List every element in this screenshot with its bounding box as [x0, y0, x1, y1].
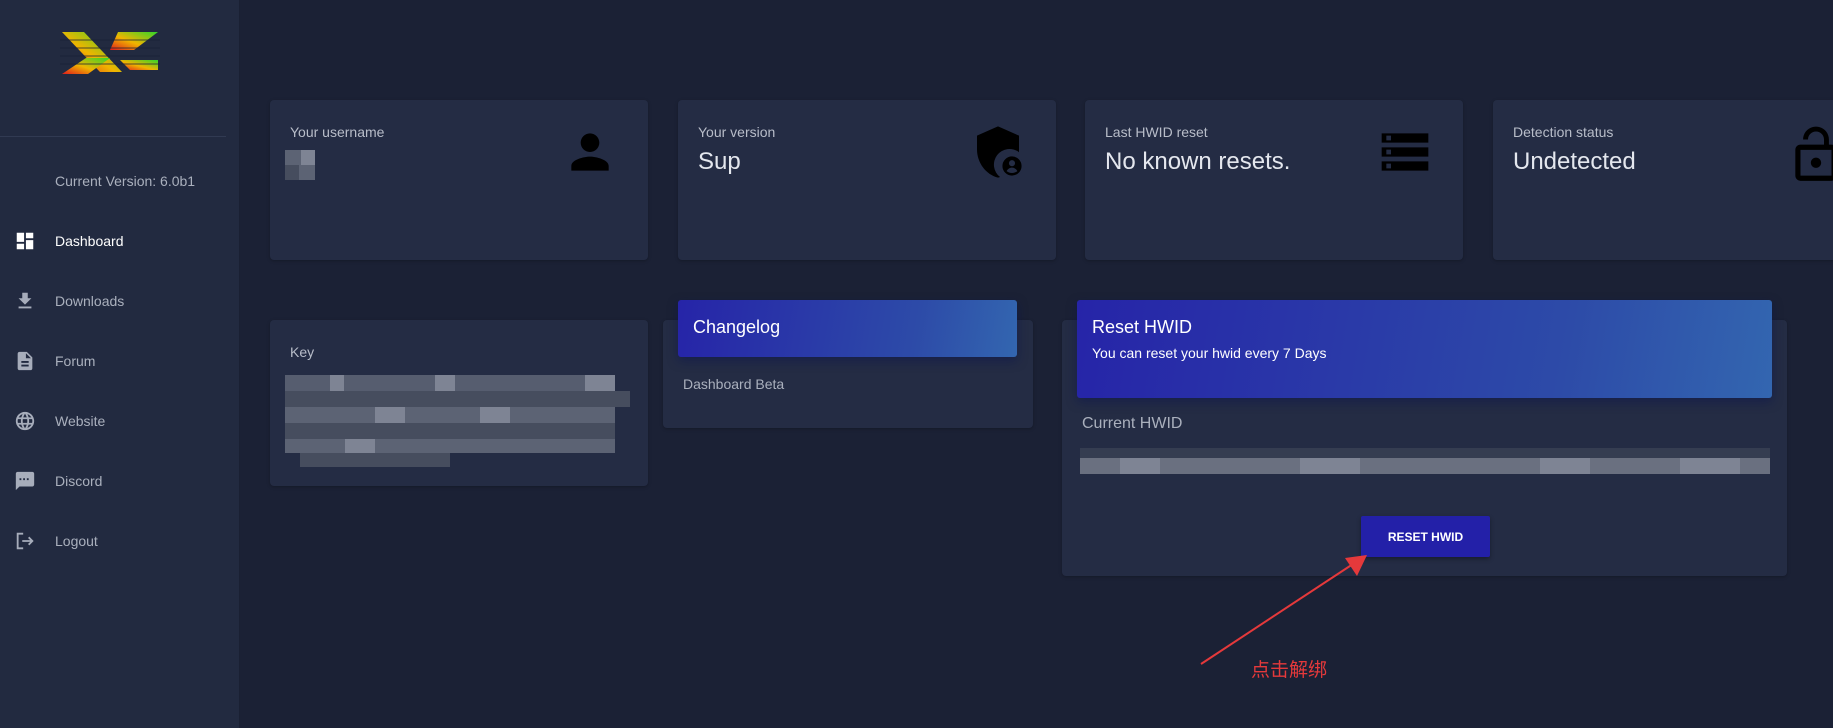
sidebar-item-label: Logout	[55, 533, 98, 549]
sidebar-item-label: Dashboard	[55, 233, 124, 249]
key-redacted	[285, 375, 630, 467]
globe-icon	[15, 411, 35, 431]
sidebar-item-label: Forum	[55, 353, 96, 369]
sidebar: Current Version: 6.0b1 Dashboard Downloa…	[0, 0, 240, 728]
sidebar-item-label: Discord	[55, 473, 103, 489]
download-icon	[18, 292, 32, 309]
logout-icon	[16, 532, 34, 550]
sidebar-item-forum[interactable]: Forum	[0, 339, 240, 383]
version-value: Sup	[698, 148, 741, 175]
document-icon	[17, 351, 33, 371]
sidebar-item-dashboard[interactable]: Dashboard	[0, 219, 240, 263]
reset-hwid-subtitle: You can reset your hwid every 7 Days	[1092, 345, 1327, 361]
sidebar-item-logout[interactable]: Logout	[0, 519, 240, 563]
key-label: Key	[290, 344, 315, 360]
version-label: Your version	[698, 124, 776, 140]
changelog-header: Changelog	[678, 300, 1017, 357]
sidebar-divider	[0, 136, 226, 137]
username-label: Your username	[290, 124, 385, 140]
username-card: Your username	[270, 100, 648, 260]
version-card: Your version Sup	[678, 100, 1056, 260]
reset-hwid-header: Reset HWID You can reset your hwid every…	[1077, 300, 1772, 398]
current-version: Current Version: 6.0b1	[55, 173, 196, 189]
server-icon	[1381, 133, 1429, 171]
unlock-icon	[1795, 126, 1833, 181]
sidebar-item-label: Downloads	[55, 293, 125, 309]
detection-value: Undetected	[1513, 148, 1636, 175]
reset-hwid-button[interactable]: RESET HWID	[1361, 516, 1490, 557]
reset-hwid-title: Reset HWID	[1092, 317, 1193, 337]
shield-user-icon	[977, 126, 1024, 178]
detection-card: Detection status Undetected	[1493, 100, 1833, 260]
sidebar-item-downloads[interactable]: Downloads	[0, 279, 240, 323]
sidebar-item-label: Website	[55, 413, 106, 429]
current-hwid-redacted	[1080, 448, 1770, 474]
hwid-reset-card: Last HWID reset No known resets.	[1085, 100, 1463, 260]
dashboard-icon	[16, 232, 34, 250]
key-card: Key	[270, 320, 648, 486]
annotation-text: 点击解绑	[1251, 659, 1328, 681]
changelog-content: Dashboard Beta	[683, 376, 785, 392]
chat-icon	[15, 471, 35, 491]
annotation-arrow	[1200, 555, 1367, 665]
hwid-reset-label: Last HWID reset	[1105, 124, 1208, 140]
sidebar-item-discord[interactable]: Discord	[0, 459, 240, 503]
current-hwid-label: Current HWID	[1082, 415, 1183, 432]
detection-label: Detection status	[1513, 124, 1614, 140]
changelog-title: Changelog	[693, 317, 781, 337]
person-icon	[571, 133, 609, 171]
hwid-reset-value: No known resets.	[1105, 148, 1291, 175]
username-redacted	[285, 150, 325, 180]
sidebar-item-website[interactable]: Website	[0, 399, 240, 443]
app-logo[interactable]	[60, 28, 160, 76]
